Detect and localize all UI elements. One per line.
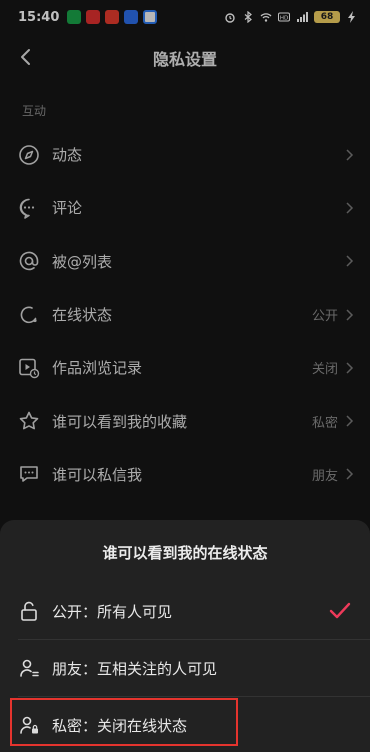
screen: 15:40 HD 68 隐私设置 互动 动态 评论 被@列表 在线状态 公开 作…: [0, 0, 370, 752]
friends-icon: [20, 659, 39, 677]
option-friends[interactable]: 朋友：互相关注的人可见: [0, 640, 370, 696]
option-label: 朋友：互相关注的人可见: [52, 659, 218, 678]
unlock-icon: [21, 601, 37, 621]
highlight-box: [10, 698, 238, 746]
sheet-title: 谁可以看到我的在线状态: [102, 544, 268, 562]
option-label: 公开：所有人可见: [52, 602, 173, 621]
option-public[interactable]: 公开：所有人可见: [0, 583, 370, 639]
checkmark-icon: [329, 602, 351, 619]
